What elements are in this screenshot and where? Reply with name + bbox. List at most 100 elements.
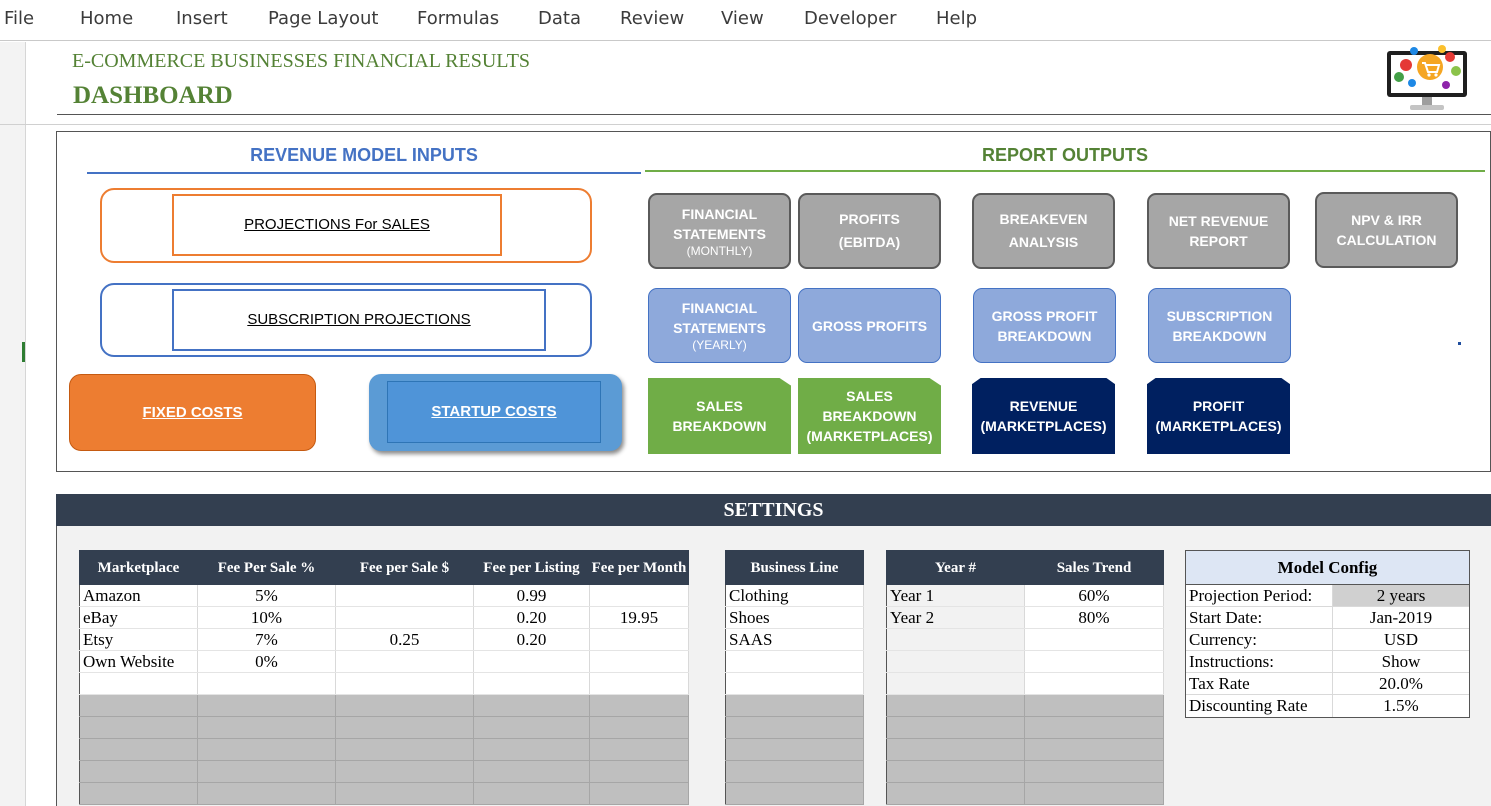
empty-cell[interactable] — [725, 716, 864, 739]
table-cell[interactable]: Clothing — [725, 584, 864, 607]
empty-cell[interactable] — [725, 782, 864, 805]
empty-cell[interactable] — [335, 760, 474, 783]
empty-cell[interactable] — [335, 782, 474, 805]
empty-cell[interactable] — [197, 694, 336, 717]
empty-cell[interactable] — [473, 672, 590, 695]
breakeven-analysis-button[interactable]: BREAKEVEN ANALYSIS — [972, 193, 1115, 269]
empty-cell[interactable] — [1024, 694, 1164, 717]
table-cell[interactable] — [335, 584, 474, 607]
empty-cell[interactable] — [79, 782, 198, 805]
empty-cell[interactable] — [725, 694, 864, 717]
empty-cell[interactable] — [725, 672, 864, 695]
empty-cell[interactable] — [197, 760, 336, 783]
subscription-projections-button[interactable]: SUBSCRIPTION PROJECTIONS — [172, 289, 546, 351]
table-cell[interactable]: Own Website — [79, 650, 198, 673]
empty-cell[interactable] — [335, 672, 474, 695]
table-cell[interactable]: Etsy — [79, 628, 198, 651]
empty-cell[interactable] — [1024, 738, 1164, 761]
empty-cell[interactable] — [473, 716, 590, 739]
empty-cell[interactable] — [886, 672, 1025, 695]
financial-statements-yearly-button[interactable]: FINANCIAL STATEMENTS (YEARLY) — [648, 288, 791, 363]
empty-cell[interactable] — [1024, 628, 1164, 651]
empty-cell[interactable] — [197, 716, 336, 739]
empty-cell[interactable] — [1024, 650, 1164, 673]
empty-cell[interactable] — [1024, 672, 1164, 695]
empty-cell[interactable] — [589, 716, 689, 739]
fixed-costs-button[interactable]: FIXED COSTS — [69, 374, 316, 451]
empty-cell[interactable] — [197, 738, 336, 761]
empty-cell[interactable] — [589, 672, 689, 695]
table-cell[interactable]: 10% — [197, 606, 336, 629]
empty-cell[interactable] — [79, 672, 198, 695]
table-cell[interactable]: 0% — [197, 650, 336, 673]
empty-cell[interactable] — [725, 760, 864, 783]
empty-cell[interactable] — [1024, 716, 1164, 739]
table-cell[interactable]: Amazon — [79, 584, 198, 607]
table-cell[interactable]: eBay — [79, 606, 198, 629]
empty-cell[interactable] — [197, 672, 336, 695]
table-cell[interactable]: Shoes — [725, 606, 864, 629]
empty-cell[interactable] — [473, 738, 590, 761]
empty-cell[interactable] — [335, 738, 474, 761]
table-cell[interactable]: 60% — [1024, 584, 1164, 607]
tab-help[interactable]: Help — [936, 8, 977, 29]
table-cell[interactable] — [335, 650, 474, 673]
tab-view[interactable]: View — [721, 8, 764, 29]
empty-cell[interactable] — [79, 738, 198, 761]
sales-breakdown-button[interactable]: SALES BREAKDOWN — [648, 378, 791, 454]
table-cell[interactable] — [473, 650, 590, 673]
tax-rate-field[interactable]: 20.0% — [1333, 673, 1469, 694]
empty-cell[interactable] — [886, 650, 1025, 673]
tab-file[interactable]: File — [4, 8, 34, 29]
empty-cell[interactable] — [79, 716, 198, 739]
table-cell[interactable] — [589, 584, 689, 607]
table-cell[interactable]: Year 1 — [886, 584, 1025, 607]
empty-cell[interactable] — [725, 650, 864, 673]
empty-cell[interactable] — [473, 782, 590, 805]
net-revenue-report-button[interactable]: NET REVENUE REPORT — [1147, 193, 1290, 269]
table-cell[interactable]: 0.20 — [473, 606, 590, 629]
empty-cell[interactable] — [1024, 782, 1164, 805]
tab-home[interactable]: Home — [80, 8, 133, 29]
empty-cell[interactable] — [335, 716, 474, 739]
empty-cell[interactable] — [886, 694, 1025, 717]
empty-cell[interactable] — [886, 738, 1025, 761]
table-cell[interactable]: Year 2 — [886, 606, 1025, 629]
table-cell[interactable]: 0.20 — [473, 628, 590, 651]
table-cell[interactable]: 5% — [197, 584, 336, 607]
empty-cell[interactable] — [197, 782, 336, 805]
gross-profit-breakdown-button[interactable]: GROSS PROFIT BREAKDOWN — [973, 288, 1116, 363]
table-cell[interactable]: 0.25 — [335, 628, 474, 651]
empty-cell[interactable] — [473, 694, 590, 717]
table-cell[interactable]: 19.95 — [589, 606, 689, 629]
subscription-breakdown-button[interactable]: SUBSCRIPTION BREAKDOWN — [1148, 288, 1291, 363]
financial-statements-monthly-button[interactable]: FINANCIAL STATEMENTS (MONTHLY) — [648, 193, 791, 269]
discounting-rate-field[interactable]: 1.5% — [1333, 695, 1469, 717]
empty-cell[interactable] — [886, 760, 1025, 783]
empty-cell[interactable] — [886, 716, 1025, 739]
empty-cell[interactable] — [589, 694, 689, 717]
gross-profits-button[interactable]: GROSS PROFITS — [798, 288, 941, 363]
tab-review[interactable]: Review — [620, 8, 684, 29]
table-cell[interactable] — [335, 606, 474, 629]
empty-cell[interactable] — [1024, 760, 1164, 783]
tab-data[interactable]: Data — [538, 8, 581, 29]
empty-cell[interactable] — [725, 738, 864, 761]
table-cell[interactable]: SAAS — [725, 628, 864, 651]
empty-cell[interactable] — [886, 782, 1025, 805]
tab-formulas[interactable]: Formulas — [417, 8, 499, 29]
start-date-field[interactable]: Jan-2019 — [1333, 607, 1469, 628]
table-cell[interactable] — [589, 628, 689, 651]
empty-cell[interactable] — [79, 694, 198, 717]
revenue-marketplaces-button[interactable]: REVENUE (MARKETPLACES) — [972, 378, 1115, 454]
empty-cell[interactable] — [589, 760, 689, 783]
table-cell[interactable]: 80% — [1024, 606, 1164, 629]
table-cell[interactable]: 7% — [197, 628, 336, 651]
projections-sales-button[interactable]: PROJECTIONS For SALES — [172, 194, 502, 256]
startup-costs-button[interactable]: STARTUP COSTS — [387, 381, 601, 443]
tab-insert[interactable]: Insert — [176, 8, 228, 29]
tab-developer[interactable]: Developer — [804, 8, 897, 29]
empty-cell[interactable] — [335, 694, 474, 717]
empty-cell[interactable] — [589, 738, 689, 761]
tab-page-layout[interactable]: Page Layout — [268, 8, 379, 29]
